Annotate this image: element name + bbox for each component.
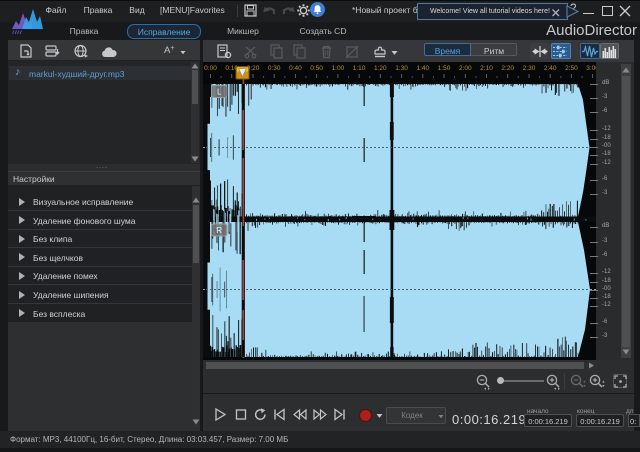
svg-text:2:30: 2:30 (523, 65, 536, 72)
svg-text:2:10: 2:10 (480, 65, 493, 72)
svg-text:2:50: 2:50 (565, 65, 578, 72)
svg-text:0:00: 0:00 (204, 65, 217, 72)
svg-text:1:00: 1:00 (332, 65, 345, 72)
svg-text:1:30: 1:30 (395, 65, 408, 72)
svg-text:0:30: 0:30 (268, 65, 281, 72)
svg-text:1:10: 1:10 (353, 65, 366, 72)
svg-text:2:40: 2:40 (544, 65, 557, 72)
svg-text:2:00: 2:00 (459, 65, 472, 72)
svg-text:R: R (216, 226, 222, 235)
svg-text:1:40: 1:40 (416, 65, 429, 72)
svg-text:0:50: 0:50 (310, 65, 323, 72)
svg-text:3:00: 3:00 (586, 65, 596, 72)
svg-text:0:40: 0:40 (289, 65, 302, 72)
svg-text:L: L (217, 88, 222, 97)
svg-text:2:20: 2:20 (501, 65, 514, 72)
svg-text:1:50: 1:50 (438, 65, 451, 72)
svg-text:1:20: 1:20 (374, 65, 387, 72)
